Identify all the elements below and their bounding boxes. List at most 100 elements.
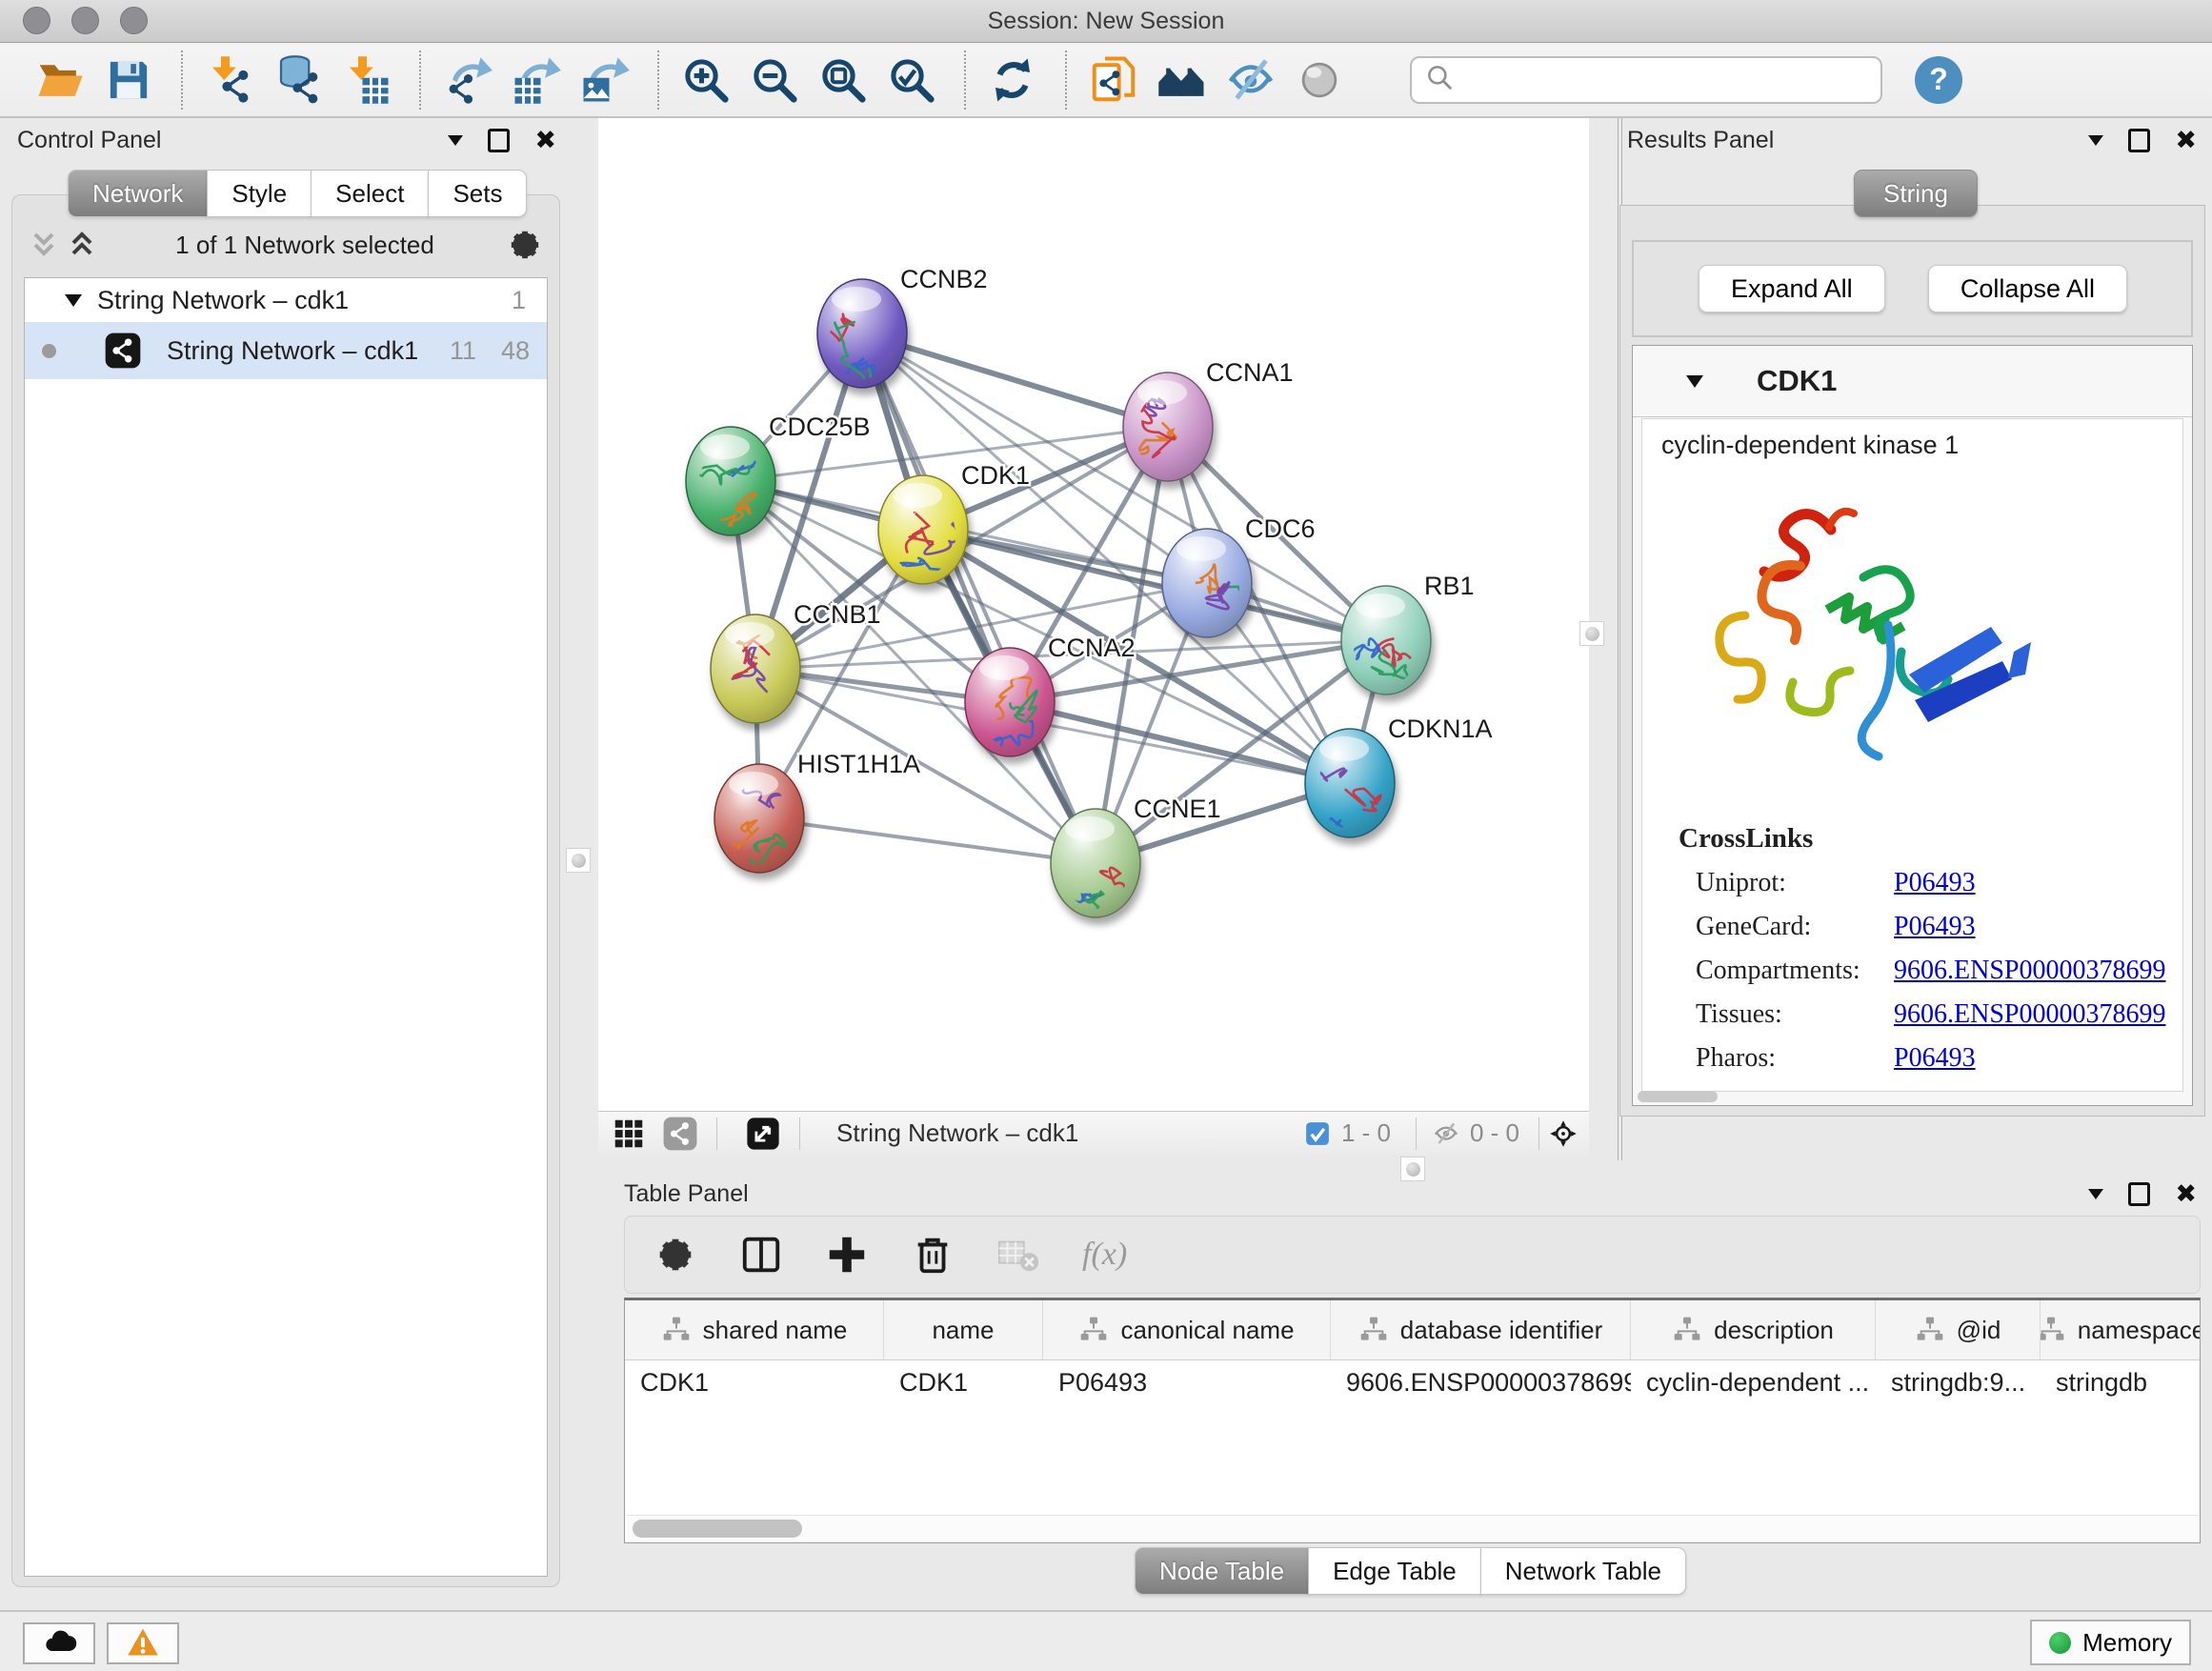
table-horizontal-scrollbar[interactable] <box>627 1515 2198 1542</box>
hide-selected-button[interactable] <box>1219 48 1282 112</box>
column-header-namespace[interactable]: namespace <box>2041 1300 2201 1359</box>
help-button[interactable]: ? <box>1915 56 1962 104</box>
collapse-all-button[interactable]: Collapse All <box>1928 265 2127 312</box>
collapse-all-networks-icon[interactable] <box>28 229 60 261</box>
panel-menu-icon[interactable] <box>448 135 463 146</box>
panel-float-icon[interactable] <box>2128 1182 2150 1206</box>
panel-float-icon[interactable] <box>488 129 510 152</box>
gear-icon[interactable] <box>654 1233 697 1277</box>
node-CDC6[interactable] <box>1162 529 1261 637</box>
node-CDK1[interactable] <box>878 475 968 584</box>
node-CDKN1A[interactable] <box>1302 729 1395 837</box>
table-cell[interactable]: cyclin-dependent ... <box>1631 1360 1876 1408</box>
tab-select[interactable]: Select <box>311 170 429 217</box>
show-grid-icon[interactable] <box>608 1115 650 1153</box>
node-CDC25B[interactable] <box>686 427 775 535</box>
refresh-button[interactable] <box>981 48 1044 112</box>
edge-HIST1H1A-CCNE1[interactable] <box>759 818 1096 863</box>
crosslink-link[interactable]: P06493 <box>1894 868 1976 898</box>
tab-network[interactable]: Network <box>68 170 208 217</box>
column-header-database-identifier[interactable]: database identifier <box>1331 1300 1631 1359</box>
network-canvas[interactable]: CCNB2CCNA1CDC25BCDK1CDC6RB1CCNB1CCNA2CDK… <box>598 118 1589 1111</box>
zoom-selected-button[interactable] <box>880 48 943 112</box>
node-CCNA1[interactable] <box>1123 372 1213 481</box>
tab-sets[interactable]: Sets <box>428 170 527 217</box>
expand-all-button[interactable]: Expand All <box>1699 265 1885 312</box>
network-graph[interactable]: CCNB2CCNA1CDC25BCDK1CDC6RB1CCNB1CCNA2CDK… <box>598 118 1589 1111</box>
node-CCNA2[interactable] <box>965 648 1055 756</box>
crosslink-link[interactable]: P06493 <box>1894 1043 1976 1074</box>
import-table-button[interactable] <box>335 48 398 112</box>
string-home-button[interactable] <box>1151 48 1214 112</box>
panel-close-icon[interactable]: ✖ <box>534 128 556 153</box>
left-splitter-handle[interactable] <box>566 848 591 873</box>
table-cell[interactable]: stringdb <box>2041 1360 2201 1408</box>
column-header-canonical-name[interactable]: canonical name <box>1043 1300 1331 1359</box>
tab-edge-table[interactable]: Edge Table <box>1308 1547 1481 1595</box>
edge-CCNB2-CCNE1[interactable] <box>862 333 1096 863</box>
results-scrollbar-thumb[interactable] <box>1638 1091 1718 1102</box>
table-cell[interactable]: P06493 <box>1043 1360 1331 1408</box>
panel-menu-icon[interactable] <box>2088 135 2103 146</box>
network-thumbnail-icon[interactable] <box>659 1115 701 1153</box>
column-header-description[interactable]: description <box>1631 1300 1876 1359</box>
clone-network-button[interactable] <box>1082 48 1145 112</box>
crosslink-link[interactable]: P06493 <box>1894 912 1976 942</box>
save-button[interactable] <box>97 48 160 112</box>
columns-icon[interactable] <box>739 1233 783 1277</box>
open-button[interactable] <box>29 48 91 112</box>
zoom-in-button[interactable] <box>674 48 737 112</box>
tab-node-table[interactable]: Node Table <box>1135 1547 1309 1595</box>
tab-string[interactable]: String <box>1854 170 1978 217</box>
tree-expander-icon[interactable] <box>65 294 82 307</box>
search-input[interactable] <box>1456 64 1869 95</box>
crosslink-link[interactable]: 9606.ENSP00000378699 <box>1894 999 2165 1030</box>
panel-close-icon[interactable]: ✖ <box>2175 128 2197 153</box>
selected-checkbox-icon[interactable] <box>1303 1119 1332 1148</box>
edge-CCNB2-CCNA1[interactable] <box>862 333 1168 427</box>
node-CCNB1[interactable] <box>711 614 800 723</box>
fit-selected-crosshair-icon[interactable] <box>1549 1119 1578 1148</box>
panel-close-icon[interactable]: ✖ <box>2175 1181 2197 1207</box>
network-tree-row-selected[interactable]: String Network – cdk1 11 48 <box>25 322 547 379</box>
node-HIST1H1A[interactable] <box>714 764 804 873</box>
cloud-status-button[interactable] <box>23 1622 95 1664</box>
network-options-gear-icon[interactable] <box>506 226 544 264</box>
hidden-eye-icon[interactable] <box>1432 1119 1460 1148</box>
tab-style[interactable]: Style <box>207 170 312 217</box>
column-header--id[interactable]: @id <box>1876 1300 2041 1359</box>
table-cell[interactable]: 9606.ENSP00000378699 <box>1331 1360 1631 1408</box>
node-result-header[interactable]: CDK1 <box>1633 346 2192 417</box>
column-header-name[interactable]: name <box>884 1300 1043 1359</box>
section-expander-icon[interactable] <box>1686 375 1703 388</box>
inspect-sphere-button[interactable] <box>1288 48 1351 112</box>
zoom-fit-button[interactable] <box>812 48 875 112</box>
panel-float-icon[interactable] <box>2128 129 2150 152</box>
warnings-button[interactable] <box>107 1622 179 1664</box>
add-icon[interactable] <box>825 1233 869 1277</box>
tab-network-table[interactable]: Network Table <box>1480 1547 1686 1595</box>
panel-menu-icon[interactable] <box>2088 1189 2103 1199</box>
memory-button[interactable]: Memory <box>2030 1620 2191 1665</box>
export-table-button[interactable] <box>505 48 568 112</box>
zoom-out-button[interactable] <box>743 48 806 112</box>
crosslink-link[interactable]: 9606.ENSP00000378699 <box>1894 956 2165 986</box>
node-RB1[interactable] <box>1341 586 1431 695</box>
import-database-button[interactable] <box>267 48 330 112</box>
network-tree-root-row[interactable]: String Network – cdk1 1 <box>25 278 547 322</box>
expand-all-networks-icon[interactable] <box>66 229 98 261</box>
export-image-button[interactable] <box>573 48 636 112</box>
table-row[interactable]: CDK1CDK1P064939606.ENSP00000378699cyclin… <box>625 1360 2200 1408</box>
edge-CCNA2-CDKN1A[interactable] <box>1010 702 1350 783</box>
node-CCNB2[interactable] <box>817 279 907 397</box>
table-cell[interactable]: stringdb:9... <box>1876 1360 2041 1408</box>
search-box[interactable] <box>1410 56 1882 104</box>
table-cell[interactable]: CDK1 <box>884 1360 1043 1408</box>
scrollbar-thumb[interactable] <box>633 1520 802 1538</box>
import-network-button[interactable] <box>198 48 261 112</box>
export-network-button[interactable] <box>436 48 499 112</box>
column-header-shared-name[interactable]: shared name <box>625 1300 884 1359</box>
table-cell[interactable]: CDK1 <box>625 1360 884 1408</box>
right-splitter-handle[interactable] <box>1579 621 1604 646</box>
birdseye-view-icon[interactable] <box>742 1115 784 1153</box>
